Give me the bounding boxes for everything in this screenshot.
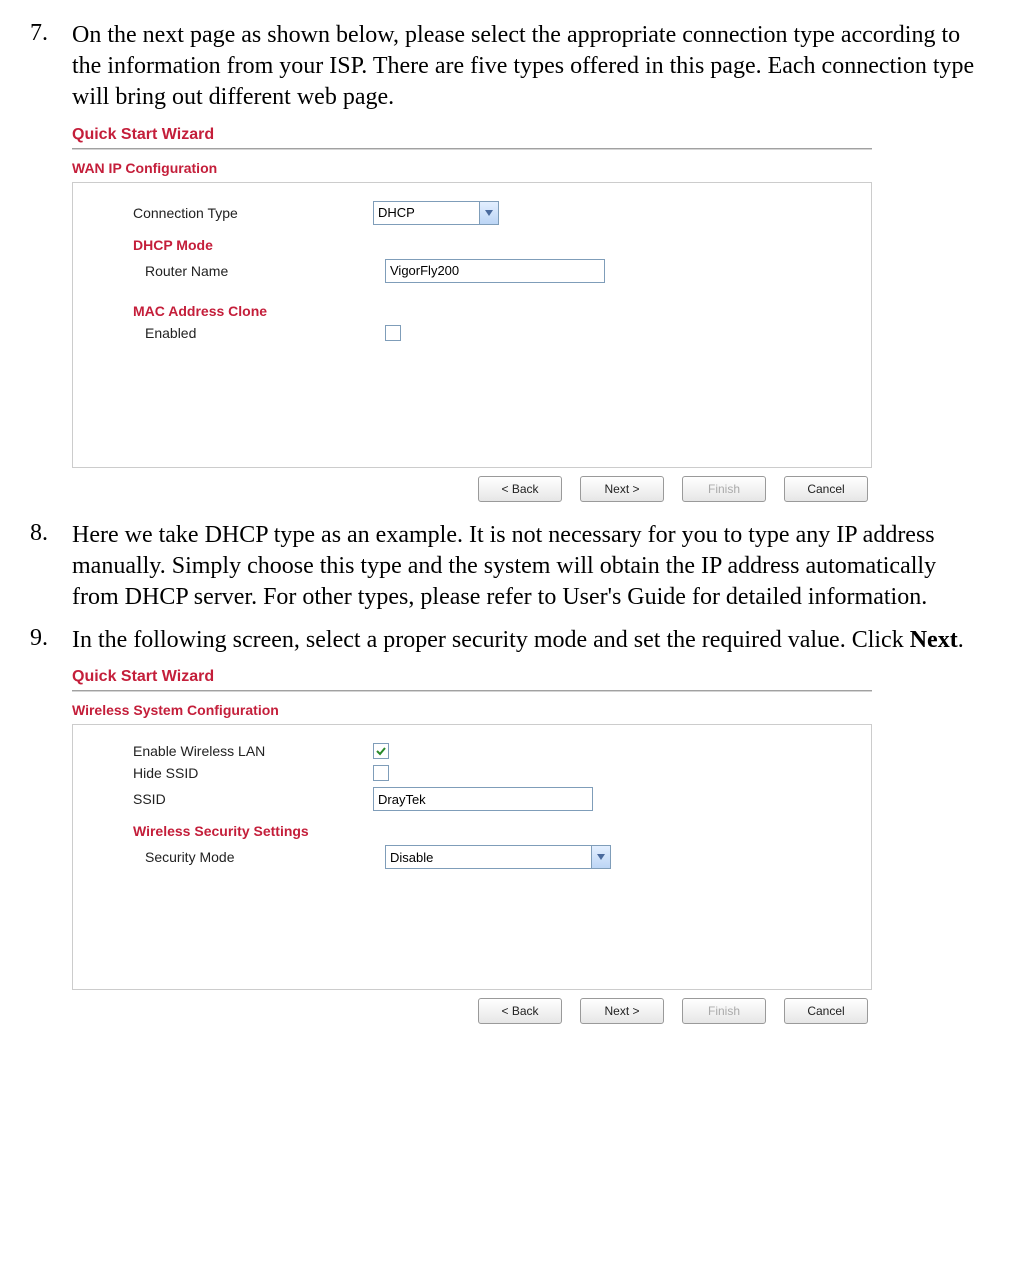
panel1-divider [72,148,872,150]
panel1-section: WAN IP Configuration [72,160,872,176]
mac-enabled-row: Enabled [133,325,851,341]
back-button[interactable]: < Back [478,476,562,502]
panel2-title: Quick Start Wizard [72,668,872,686]
ssid-input[interactable] [373,787,593,811]
panel1-form: Connection Type DHCP DHCP Mode Router Na… [72,182,872,468]
security-mode-label: Security Mode [133,849,385,865]
mac-enabled-label: Enabled [133,325,385,341]
panel-wireless: Quick Start Wizard Wireless System Confi… [72,668,872,1024]
panel1-buttons: < Back Next > Finish Cancel [72,476,872,502]
connection-type-row: Connection Type DHCP [133,201,851,225]
hide-ssid-row: Hide SSID [133,765,851,781]
enable-wlan-row: Enable Wireless LAN [133,743,851,759]
chevron-down-icon [591,846,610,868]
step-8: 8. Here we take DHCP type as an example.… [30,520,986,614]
panel2-divider [72,690,872,692]
panel2-buttons: < Back Next > Finish Cancel [72,998,872,1024]
hide-ssid-label: Hide SSID [133,765,373,781]
security-mode-select[interactable]: Disable [385,845,611,869]
step-9-text-post: . [958,627,964,653]
step-8-text: Here we take DHCP type as an example. It… [72,520,986,614]
step-9: 9. In the following screen, select a pro… [30,625,986,656]
security-title: Wireless Security Settings [133,823,851,839]
connection-type-label: Connection Type [133,205,373,221]
panel2-section: Wireless System Configuration [72,702,872,718]
chevron-down-icon [479,202,498,224]
security-mode-value: Disable [390,850,433,865]
step-9-text-bold: Next [910,627,958,653]
step-9-text: In the following screen, select a proper… [72,625,986,656]
ssid-row: SSID [133,787,851,811]
panel1-title: Quick Start Wizard [72,126,872,144]
finish-button: Finish [682,998,766,1024]
ssid-label: SSID [133,791,373,807]
hide-ssid-checkbox[interactable] [373,765,389,781]
panel-wan-ip: Quick Start Wizard WAN IP Configuration … [72,126,872,502]
step-9-number: 9. [30,625,72,656]
step-7-text: On the next page as shown below, please … [72,20,986,114]
finish-button: Finish [682,476,766,502]
router-name-label: Router Name [133,263,385,279]
back-button[interactable]: < Back [478,998,562,1024]
connection-type-select[interactable]: DHCP [373,201,499,225]
router-name-input[interactable] [385,259,605,283]
cancel-button[interactable]: Cancel [784,476,868,502]
enable-wlan-label: Enable Wireless LAN [133,743,373,759]
cancel-button[interactable]: Cancel [784,998,868,1024]
step-7-number: 7. [30,20,72,114]
next-button[interactable]: Next > [580,998,664,1024]
mac-clone-title: MAC Address Clone [133,303,851,319]
security-mode-row: Security Mode Disable [133,845,851,869]
step-8-number: 8. [30,520,72,614]
panel2-form: Enable Wireless LAN Hide SSID SSID Wirel… [72,724,872,990]
step-7: 7. On the next page as shown below, plea… [30,20,986,114]
connection-type-value: DHCP [378,205,415,220]
step-9-text-pre: In the following screen, select a proper… [72,627,910,653]
dhcp-mode-title: DHCP Mode [133,237,851,253]
mac-enabled-checkbox[interactable] [385,325,401,341]
next-button[interactable]: Next > [580,476,664,502]
enable-wlan-checkbox[interactable] [373,743,389,759]
router-name-row: Router Name [133,259,851,283]
